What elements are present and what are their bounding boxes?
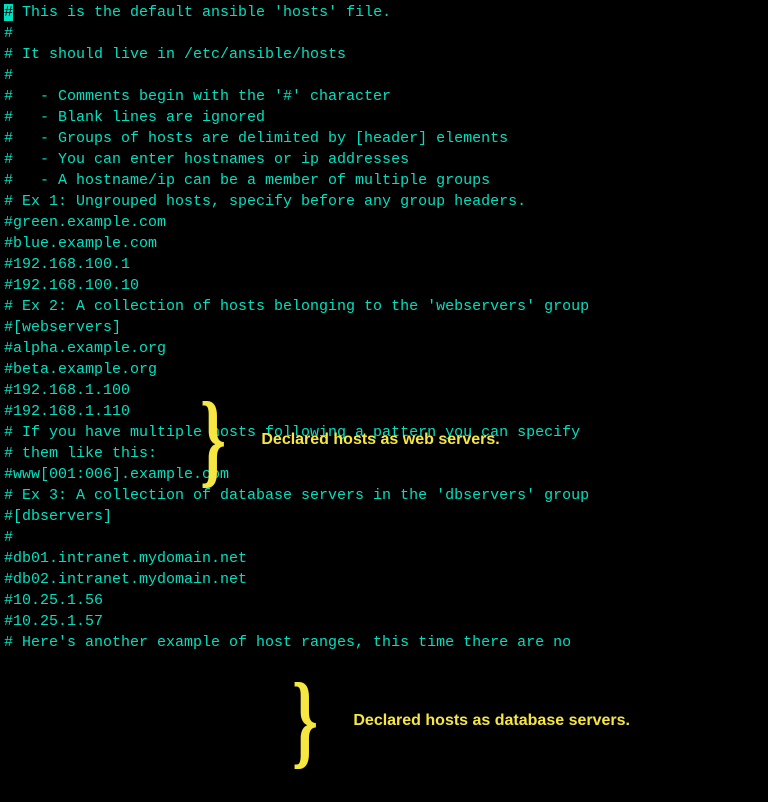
editor-line[interactable]: #[dbservers] — [4, 506, 764, 527]
editor-line[interactable]: # If you have multiple hosts following a… — [4, 422, 764, 443]
line-text: #10.25.1.56 — [4, 592, 103, 609]
cursor: # — [4, 4, 13, 21]
line-text: # Ex 1: Ungrouped hosts, specify before … — [4, 193, 526, 210]
editor-line[interactable]: # - A hostname/ip can be a member of mul… — [4, 170, 764, 191]
editor-line[interactable]: # Here's another example of host ranges,… — [4, 632, 764, 653]
line-text: # — [4, 529, 13, 546]
line-text: #db02.intranet.mydomain.net — [4, 571, 247, 588]
editor-line[interactable]: # - Blank lines are ignored — [4, 107, 764, 128]
editor-line[interactable]: #green.example.com — [4, 212, 764, 233]
editor-line[interactable]: # — [4, 527, 764, 548]
line-text: #192.168.1.100 — [4, 382, 130, 399]
editor-line[interactable]: # — [4, 23, 764, 44]
line-text: # — [4, 67, 13, 84]
editor-line[interactable]: #[webservers] — [4, 317, 764, 338]
editor-line[interactable]: #db01.intranet.mydomain.net — [4, 548, 764, 569]
line-text: #192.168.100.10 — [4, 277, 139, 294]
editor-line[interactable]: # This is the default ansible 'hosts' fi… — [4, 2, 764, 23]
line-text: #[webservers] — [4, 319, 121, 336]
editor-line[interactable]: #10.25.1.57 — [4, 611, 764, 632]
line-text: # Ex 3: A collection of database servers… — [4, 487, 589, 504]
editor-line[interactable]: #blue.example.com — [4, 233, 764, 254]
editor-line[interactable]: #192.168.1.100 — [4, 380, 764, 401]
editor-line[interactable]: #beta.example.org — [4, 359, 764, 380]
editor-line[interactable]: # — [4, 65, 764, 86]
editor-line[interactable]: #192.168.100.10 — [4, 275, 764, 296]
editor-line[interactable]: #192.168.100.1 — [4, 254, 764, 275]
line-text: # - Blank lines are ignored — [4, 109, 265, 126]
editor-line[interactable]: # them like this: — [4, 443, 764, 464]
line-text: #green.example.com — [4, 214, 166, 231]
editor-line[interactable]: #10.25.1.56 — [4, 590, 764, 611]
annotation-dbservers: } Declared hosts as database servers. — [292, 676, 630, 764]
line-text: #blue.example.com — [4, 235, 157, 252]
line-text: #192.168.1.110 — [4, 403, 130, 420]
line-text: # - A hostname/ip can be a member of mul… — [4, 172, 490, 189]
editor-line[interactable]: # - Groups of hosts are delimited by [he… — [4, 128, 764, 149]
editor-line[interactable]: #192.168.1.110 — [4, 401, 764, 422]
editor-line[interactable]: # - You can enter hostnames or ip addres… — [4, 149, 764, 170]
line-text: #www[001:006].example.com — [4, 466, 229, 483]
line-text: #db01.intranet.mydomain.net — [4, 550, 247, 567]
line-text: # - Comments begin with the '#' characte… — [4, 88, 391, 105]
line-text: #10.25.1.57 — [4, 613, 103, 630]
line-text: # It should live in /etc/ansible/hosts — [4, 46, 346, 63]
line-text: This is the default ansible 'hosts' file… — [13, 4, 391, 21]
line-text: #[dbservers] — [4, 508, 112, 525]
editor-line[interactable]: #db02.intranet.mydomain.net — [4, 569, 764, 590]
line-text: # If you have multiple hosts following a… — [4, 424, 580, 441]
line-text: #beta.example.org — [4, 361, 157, 378]
brace-icon: } — [292, 678, 318, 762]
editor-line[interactable]: #www[001:006].example.com — [4, 464, 764, 485]
editor-line[interactable]: #alpha.example.org — [4, 338, 764, 359]
line-text: # - You can enter hostnames or ip addres… — [4, 151, 409, 168]
editor-line[interactable]: # Ex 2: A collection of hosts belonging … — [4, 296, 764, 317]
line-text: # them like this: — [4, 445, 157, 462]
annotation-text: Declared hosts as database servers. — [353, 710, 630, 731]
editor-line[interactable]: # Ex 3: A collection of database servers… — [4, 485, 764, 506]
line-text: # Here's another example of host ranges,… — [4, 634, 571, 651]
line-text: # Ex 2: A collection of hosts belonging … — [4, 298, 589, 315]
editor-line[interactable]: # - Comments begin with the '#' characte… — [4, 86, 764, 107]
line-text: # - Groups of hosts are delimited by [he… — [4, 130, 508, 147]
line-text: # — [4, 25, 13, 42]
line-text: #alpha.example.org — [4, 340, 166, 357]
line-text: #192.168.100.1 — [4, 256, 130, 273]
editor-line[interactable]: # Ex 1: Ungrouped hosts, specify before … — [4, 191, 764, 212]
editor-line[interactable]: # It should live in /etc/ansible/hosts — [4, 44, 764, 65]
